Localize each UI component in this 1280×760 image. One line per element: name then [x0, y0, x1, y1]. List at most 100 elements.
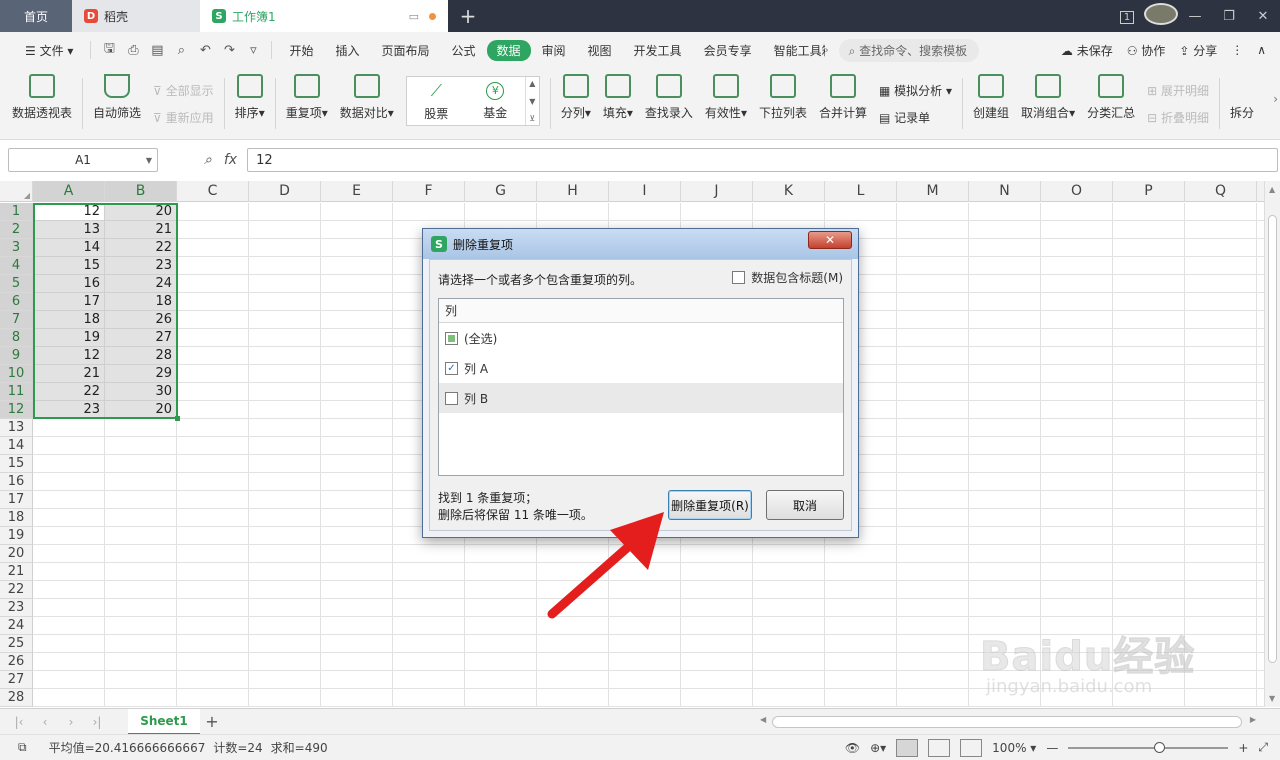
column-header-q[interactable]: Q [1185, 181, 1257, 202]
column-b-checkbox[interactable] [445, 391, 458, 405]
row-header-13[interactable]: 13 [0, 419, 33, 437]
list-item-select-all[interactable]: (全选) [439, 323, 843, 353]
cell-a7[interactable]: 18 [33, 311, 105, 329]
vertical-scroll-thumb[interactable] [1268, 215, 1277, 663]
remove-duplicates-button[interactable]: 删除重复项(R) [668, 490, 752, 520]
zoom-slider-knob[interactable] [1154, 741, 1166, 753]
column-header-m[interactable]: M [897, 181, 969, 202]
quick-access-more-icon[interactable]: ▿ [241, 43, 265, 58]
what-if-button[interactable]: ▦ 模拟分析 ▾ [879, 82, 952, 99]
cell-a3[interactable]: 14 [33, 239, 105, 257]
undo-icon[interactable]: ↶ [193, 43, 217, 58]
fill-button[interactable]: 填充▾ [597, 68, 639, 139]
column-header-f[interactable]: F [393, 181, 465, 202]
autofilter-button[interactable]: 自动筛选 [87, 68, 147, 139]
zoom-out-button[interactable]: — [1046, 741, 1058, 755]
column-header-j[interactable]: J [681, 181, 753, 202]
column-header-i[interactable]: I [609, 181, 681, 202]
cell-a1[interactable]: 12 [33, 203, 105, 221]
dropdown-list-button[interactable]: 下拉列表 [753, 68, 813, 139]
page-layout-view-button[interactable] [928, 738, 951, 757]
row-header-27[interactable]: 27 [0, 671, 33, 689]
dialog-titlebar[interactable]: S 删除重复项 ✕ [423, 229, 858, 259]
collab-button[interactable]: ⚇ 协作 [1127, 42, 1166, 59]
row-header-4[interactable]: 4 [0, 257, 33, 275]
row-header-19[interactable]: 19 [0, 527, 33, 545]
data-compare-button[interactable]: 数据对比▾ [334, 68, 400, 139]
column-header-e[interactable]: E [321, 181, 393, 202]
column-header-p[interactable]: P [1113, 181, 1185, 202]
column-header-b[interactable]: B [105, 181, 177, 202]
subtotal-button[interactable]: 分类汇总 [1081, 68, 1141, 139]
validity-button[interactable]: 有效性▾ [699, 68, 753, 139]
list-item-column-b[interactable]: 列 B [439, 383, 843, 413]
row-header-20[interactable]: 20 [0, 545, 33, 563]
create-group-button[interactable]: 创建组 [967, 68, 1015, 139]
cell-b6[interactable]: 18 [105, 293, 177, 311]
cell-b11[interactable]: 30 [105, 383, 177, 401]
menu-formula[interactable]: 公式 [440, 42, 486, 59]
minimize-button[interactable]: — [1178, 9, 1212, 24]
normal-view-button[interactable] [896, 738, 919, 757]
menu-smart-tools[interactable]: 智能工具箱 [763, 42, 825, 59]
menu-start[interactable]: 开始 [278, 42, 324, 59]
lookup-entry-button[interactable]: 查找录入 [639, 68, 699, 139]
row-header-22[interactable]: 22 [0, 581, 33, 599]
row-header-16[interactable]: 16 [0, 473, 33, 491]
column-header-l[interactable]: L [825, 181, 897, 202]
sort-button[interactable]: 排序▾ [229, 68, 271, 139]
menu-review[interactable]: 审阅 [531, 42, 577, 59]
column-header-k[interactable]: K [753, 181, 825, 202]
reapply-button[interactable]: ⊽ 重新应用 [153, 109, 214, 126]
cell-a5[interactable]: 16 [33, 275, 105, 293]
row-header-12[interactable]: 12 [0, 401, 33, 419]
column-header-n[interactable]: N [969, 181, 1041, 202]
menu-insert[interactable]: 插入 [324, 42, 370, 59]
select-all-checkbox[interactable] [445, 331, 458, 345]
new-tab-button[interactable]: + [448, 0, 488, 32]
column-header-c[interactable]: C [177, 181, 249, 202]
input-language-icon[interactable]: ⊕▾ [870, 741, 886, 755]
fullscreen-icon[interactable]: ⤢ [1258, 740, 1268, 755]
scroll-up-icon[interactable]: ▲ [1269, 185, 1275, 194]
column-header-g[interactable]: G [465, 181, 537, 202]
cell-b12[interactable]: 20 [105, 401, 177, 419]
avatar[interactable] [1144, 3, 1178, 29]
row-header-5[interactable]: 5 [0, 275, 33, 293]
name-box[interactable]: A1 ▼ [8, 148, 158, 172]
menu-view[interactable]: 视图 [577, 42, 623, 59]
share-button[interactable]: ⇪ 分享 [1179, 42, 1217, 59]
menu-page-layout[interactable]: 页面布局 [370, 42, 440, 59]
macro-record-icon[interactable]: ⧉ [18, 740, 27, 755]
tab-workbook[interactable]: S 工作簿1 ▭ [200, 0, 448, 32]
cell-b1[interactable]: 20 [105, 203, 177, 221]
show-all-button[interactable]: ⊽ 全部显示 [153, 82, 214, 99]
gallery-scroll[interactable]: ▲ ▼ ⊻ [524, 77, 539, 125]
restore-button[interactable]: ❐ [1212, 9, 1246, 24]
fill-handle[interactable] [175, 416, 180, 421]
cell-a12[interactable]: 23 [33, 401, 105, 419]
dialog-close-button[interactable]: ✕ [808, 231, 852, 249]
formula-input[interactable]: 12 [247, 148, 1278, 172]
unsaved-button[interactable]: ☁ 未保存 [1061, 42, 1113, 59]
cell-b10[interactable]: 29 [105, 365, 177, 383]
eye-protection-icon[interactable]: 👁 [845, 741, 860, 755]
command-search[interactable]: ⌕ 查找命令、搜索模板 [838, 38, 979, 62]
split-table-button[interactable]: 拆分 [1224, 68, 1254, 139]
row-header-21[interactable]: 21 [0, 563, 33, 581]
row-header-14[interactable]: 14 [0, 437, 33, 455]
close-window-button[interactable]: ✕ [1246, 9, 1280, 24]
tab-home[interactable]: 首页 [0, 0, 72, 32]
preview-icon[interactable]: ⌕ [169, 43, 193, 58]
cell-a4[interactable]: 15 [33, 257, 105, 275]
row-header-25[interactable]: 25 [0, 635, 33, 653]
cell-a9[interactable]: 12 [33, 347, 105, 365]
cell-b9[interactable]: 28 [105, 347, 177, 365]
column-header-d[interactable]: D [249, 181, 321, 202]
horizontal-scroll-thumb[interactable] [772, 716, 1242, 728]
window-count-icon[interactable]: 1 [1110, 9, 1144, 24]
list-item-column-a[interactable]: ✓ 列 A [439, 353, 843, 383]
cell-b7[interactable]: 26 [105, 311, 177, 329]
row-header-10[interactable]: 10 [0, 365, 33, 383]
cell-a8[interactable]: 19 [33, 329, 105, 347]
